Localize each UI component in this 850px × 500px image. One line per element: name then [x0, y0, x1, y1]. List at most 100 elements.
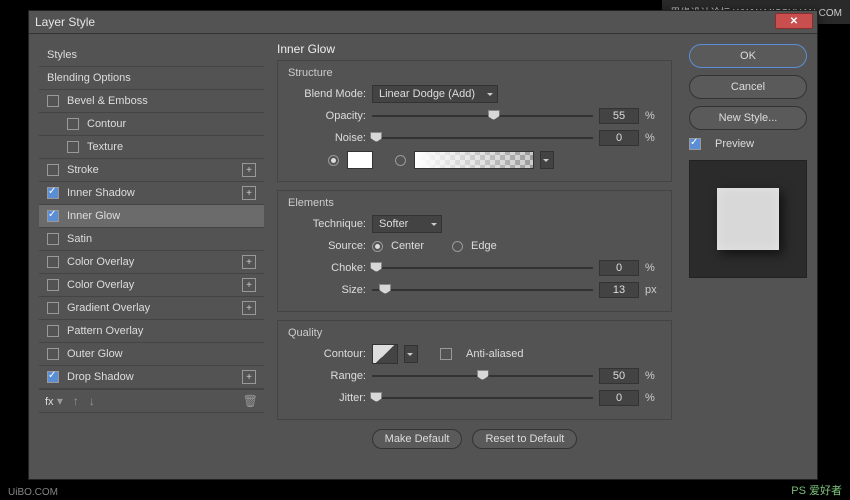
sidebar-styles-label: Styles: [47, 49, 77, 61]
cancel-button[interactable]: Cancel: [689, 75, 807, 99]
move-down-icon[interactable]: ↓: [89, 394, 95, 408]
blend-mode-select[interactable]: Linear Dodge (Add): [372, 85, 498, 103]
glow-color-swatch[interactable]: [347, 151, 373, 169]
effect-checkbox[interactable]: [47, 256, 59, 268]
size-input[interactable]: 13: [599, 282, 639, 298]
sidebar-footer: fx ▾ ↑ ↓ 🗑: [39, 389, 264, 413]
glow-color-radio[interactable]: [328, 155, 339, 166]
choke-input[interactable]: 0: [599, 260, 639, 276]
effect-checkbox[interactable]: [67, 141, 79, 153]
effect-checkbox[interactable]: [47, 348, 59, 360]
watermark-bottom-left: UiBO.COM: [8, 487, 58, 498]
effect-label: Color Overlay: [67, 279, 134, 291]
sidebar-item-satin[interactable]: Satin: [39, 228, 264, 251]
quality-group: Quality Contour: Anti-aliased Range: 50 …: [277, 320, 672, 420]
sidebar-item-texture[interactable]: Texture: [39, 136, 264, 159]
layer-style-dialog: Layer Style ✕ Styles Blending Options Be…: [28, 10, 818, 480]
add-effect-icon[interactable]: +: [242, 278, 256, 292]
sidebar-blending-options[interactable]: Blending Options: [39, 67, 264, 90]
effect-checkbox[interactable]: [47, 302, 59, 314]
jitter-input[interactable]: 0: [599, 390, 639, 406]
effect-checkbox[interactable]: [47, 371, 59, 383]
sidebar-styles[interactable]: Styles: [39, 44, 264, 67]
effect-label: Inner Glow: [67, 210, 120, 222]
size-slider[interactable]: [372, 283, 593, 297]
center-label: Center: [391, 240, 424, 252]
anti-aliased-checkbox[interactable]: [440, 348, 452, 360]
sidebar-item-color-overlay[interactable]: Color Overlay +: [39, 274, 264, 297]
pct-unit: %: [645, 370, 661, 382]
choke-slider[interactable]: [372, 261, 593, 275]
titlebar[interactable]: Layer Style ✕: [29, 11, 817, 34]
preview-box: [689, 160, 807, 278]
sidebar-blending-label: Blending Options: [47, 72, 131, 84]
noise-label: Noise:: [288, 132, 366, 144]
blend-mode-label: Blend Mode:: [288, 88, 366, 100]
px-unit: px: [645, 284, 661, 296]
preview-toggle[interactable]: Preview: [689, 138, 807, 150]
sidebar-item-pattern-overlay[interactable]: Pattern Overlay: [39, 320, 264, 343]
sidebar-item-contour[interactable]: Contour: [39, 113, 264, 136]
effect-checkbox[interactable]: [47, 95, 59, 107]
sidebar-item-inner-glow[interactable]: Inner Glow: [39, 205, 264, 228]
watermark-bottom-right: PS 爱好者: [791, 482, 842, 498]
add-effect-icon[interactable]: +: [242, 301, 256, 315]
trash-icon[interactable]: 🗑: [243, 394, 258, 408]
effect-checkbox[interactable]: [47, 187, 59, 199]
contour-picker[interactable]: [372, 344, 398, 364]
close-button[interactable]: ✕: [775, 13, 813, 29]
opacity-slider[interactable]: [372, 109, 593, 123]
move-up-icon[interactable]: ↑: [73, 394, 79, 408]
add-effect-icon[interactable]: +: [242, 370, 256, 384]
effect-checkbox[interactable]: [47, 164, 59, 176]
preview-checkbox[interactable]: [689, 138, 701, 150]
source-edge-radio[interactable]: [452, 241, 463, 252]
sidebar-item-outer-glow[interactable]: Outer Glow: [39, 343, 264, 366]
range-slider[interactable]: [372, 369, 593, 383]
effect-checkbox[interactable]: [47, 279, 59, 291]
sidebar-item-color-overlay[interactable]: Color Overlay+: [39, 251, 264, 274]
effect-label: Contour: [87, 118, 126, 130]
glow-gradient-picker[interactable]: [414, 151, 534, 169]
add-effect-icon[interactable]: +: [242, 186, 256, 200]
settings-panel: Inner Glow Structure Blend Mode: Linear …: [277, 42, 672, 469]
effect-label: Stroke: [67, 164, 99, 176]
edge-label: Edge: [471, 240, 497, 252]
reset-default-button[interactable]: Reset to Default: [472, 429, 577, 449]
gradient-dropdown-icon[interactable]: [540, 151, 554, 169]
effect-checkbox[interactable]: [47, 325, 59, 337]
jitter-slider[interactable]: [372, 391, 593, 405]
noise-slider[interactable]: [372, 131, 593, 145]
preview-swatch: [717, 188, 779, 250]
effect-label: Gradient Overlay: [67, 302, 150, 314]
contour-dropdown-icon[interactable]: [404, 345, 418, 363]
elements-heading: Elements: [288, 197, 661, 209]
opacity-input[interactable]: 55: [599, 108, 639, 124]
effect-checkbox[interactable]: [47, 233, 59, 245]
add-effect-icon[interactable]: +: [242, 163, 256, 177]
effect-checkbox[interactable]: [47, 210, 59, 222]
sidebar-item-gradient-overlay[interactable]: Gradient Overlay +: [39, 297, 264, 320]
sidebar-item-stroke[interactable]: Stroke +: [39, 159, 264, 182]
technique-select[interactable]: Softer: [372, 215, 442, 233]
choke-label: Choke:: [288, 262, 366, 274]
effect-label: Pattern Overlay: [67, 325, 143, 337]
sidebar-item-inner-shadow[interactable]: Inner Shadow+: [39, 182, 264, 205]
sidebar-item-bevel-emboss[interactable]: Bevel & Emboss: [39, 90, 264, 113]
range-input[interactable]: 50: [599, 368, 639, 384]
fx-menu-icon[interactable]: fx ▾: [45, 394, 63, 408]
add-effect-icon[interactable]: +: [242, 255, 256, 269]
ok-button[interactable]: OK: [689, 44, 807, 68]
opacity-label: Opacity:: [288, 110, 366, 122]
panel-title: Inner Glow: [277, 42, 672, 56]
noise-input[interactable]: 0: [599, 130, 639, 146]
source-center-radio[interactable]: [372, 241, 383, 252]
anti-aliased-label: Anti-aliased: [466, 348, 523, 360]
new-style-button[interactable]: New Style...: [689, 106, 807, 130]
sidebar-item-drop-shadow[interactable]: Drop Shadow+: [39, 366, 264, 389]
effect-label: Satin: [67, 233, 92, 245]
make-default-button[interactable]: Make Default: [372, 429, 463, 449]
effect-checkbox[interactable]: [67, 118, 79, 130]
effects-sidebar: Styles Blending Options Bevel & Emboss Co…: [39, 44, 264, 413]
glow-gradient-radio[interactable]: [395, 155, 406, 166]
